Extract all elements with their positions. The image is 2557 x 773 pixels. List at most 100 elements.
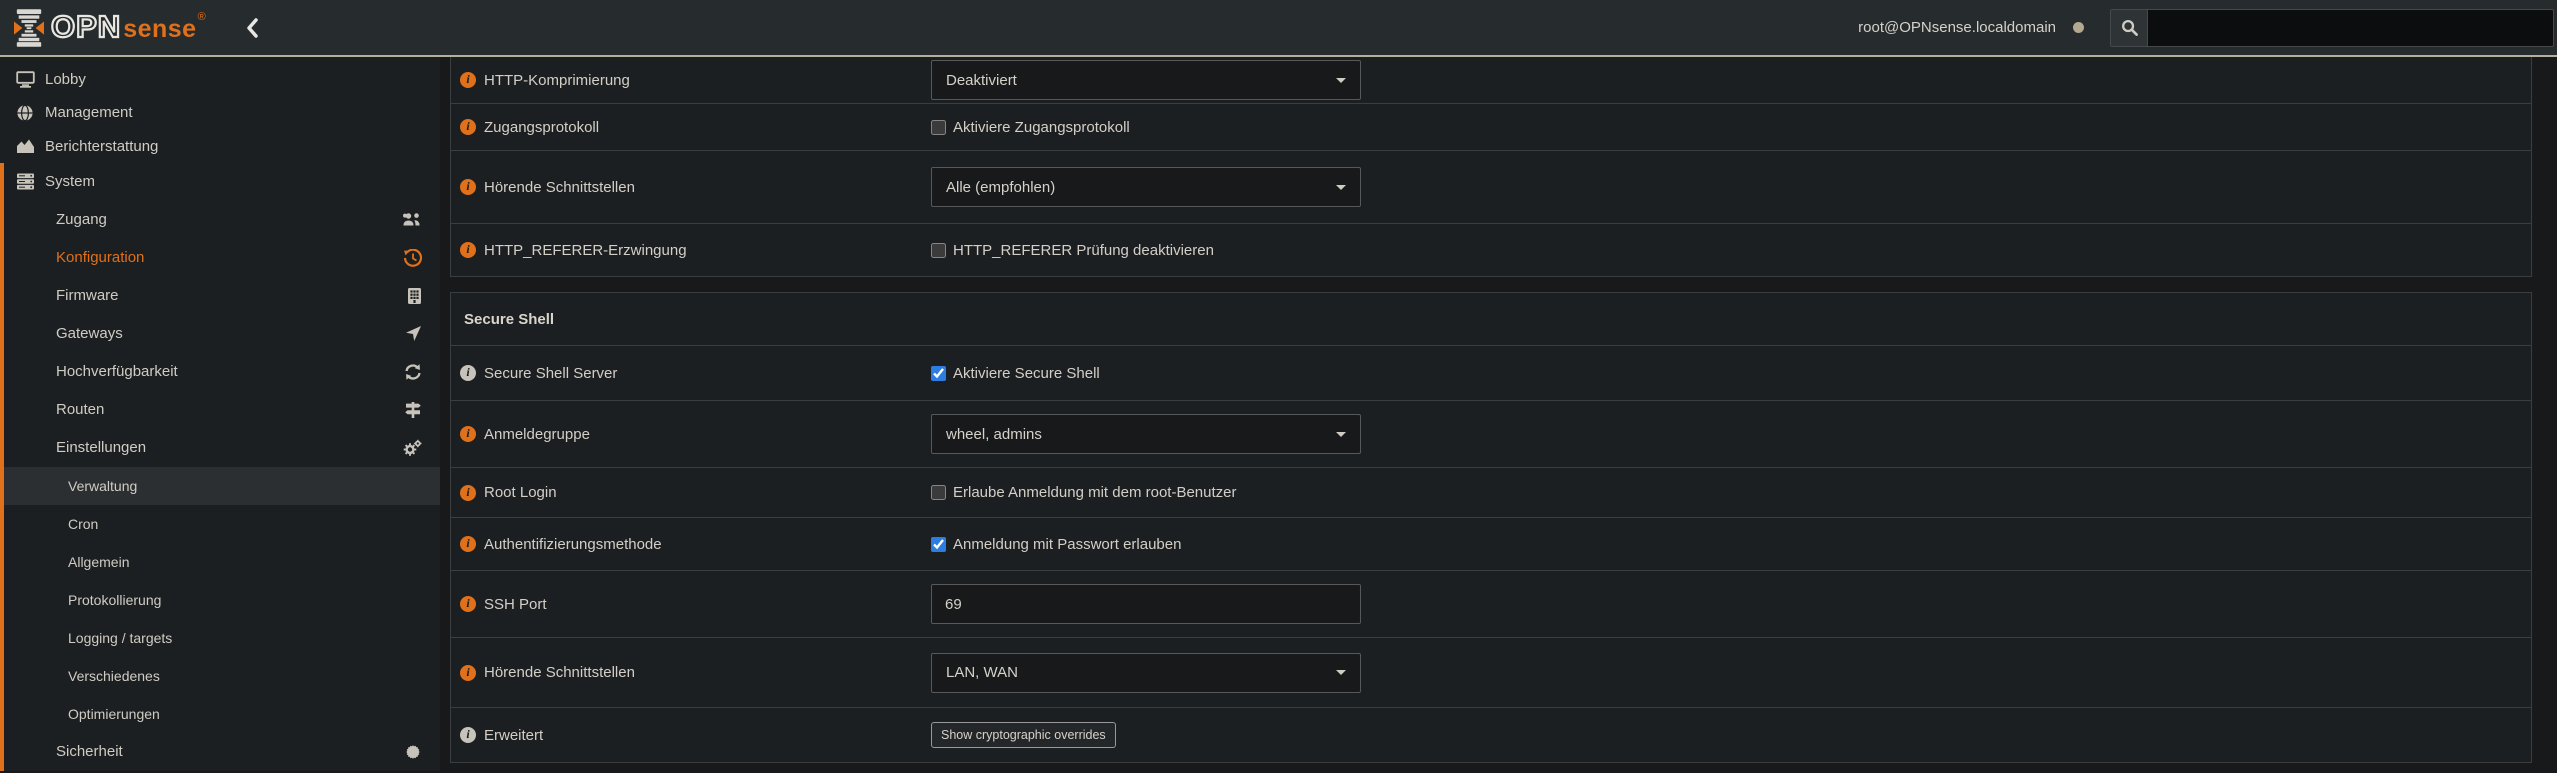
checkbox-label: Erlaube Anmeldung mit dem root-Benutzer bbox=[953, 484, 1236, 501]
opnsense-logo[interactable]: OPN sense ® bbox=[14, 9, 206, 47]
sidebar-item-label: Allgemein bbox=[68, 554, 129, 570]
field-label: SSH Port bbox=[484, 596, 547, 613]
password-auth-checkbox[interactable]: Anmeldung mit Passwort erlauben bbox=[931, 536, 1181, 553]
logged-in-user: root@OPNsense.localdomain bbox=[1858, 19, 2056, 36]
http-compression-select[interactable]: Deaktiviert bbox=[931, 60, 1361, 100]
caret-down-icon bbox=[1336, 185, 1346, 190]
form-row-ssh-listen-interfaces: Hörende Schnittstellen LAN, WAN bbox=[451, 637, 2531, 707]
select-value: wheel, admins bbox=[946, 426, 1336, 443]
info-icon[interactable] bbox=[460, 242, 476, 258]
field-label: Hörende Schnittstellen bbox=[484, 664, 635, 681]
sidebar-item-label: Lobby bbox=[45, 71, 86, 88]
caret-down-icon bbox=[1336, 78, 1346, 83]
sidebar-collapse-button[interactable] bbox=[242, 14, 262, 42]
firmware-icon bbox=[407, 287, 422, 305]
sidebar-item-lobby[interactable]: Lobby bbox=[0, 63, 440, 96]
chevron-left-icon bbox=[246, 18, 258, 38]
sidebar-item-sicherheit[interactable]: Sicherheit bbox=[4, 733, 440, 771]
sidebar-item-label: Verwaltung bbox=[68, 478, 137, 494]
field-label: Hörende Schnittstellen bbox=[484, 179, 635, 196]
sidebar-item-label: Firmware bbox=[56, 287, 119, 304]
field-label: Secure Shell Server bbox=[484, 365, 617, 382]
info-icon[interactable] bbox=[460, 727, 476, 743]
sidebar-item-label: Optimierungen bbox=[68, 706, 160, 722]
info-icon[interactable] bbox=[460, 119, 476, 135]
server-icon bbox=[13, 173, 37, 190]
sidebar-item-allgemein[interactable]: Allgemein bbox=[4, 543, 440, 581]
sidebar-item-gateways[interactable]: Gateways bbox=[4, 315, 440, 353]
sidebar-item-optimierungen[interactable]: Optimierungen bbox=[4, 695, 440, 733]
global-search bbox=[2110, 9, 2554, 47]
http-referer-checkbox[interactable]: HTTP_REFERER Prüfung deaktivieren bbox=[931, 242, 1214, 259]
login-group-select[interactable]: wheel, admins bbox=[931, 414, 1361, 454]
info-icon[interactable] bbox=[460, 72, 476, 88]
checkbox-input[interactable] bbox=[931, 485, 946, 500]
sidebar-item-protokollierung[interactable]: Protokollierung bbox=[4, 581, 440, 619]
info-icon[interactable] bbox=[460, 596, 476, 612]
sidebar-item-label: Hochverfügbarkeit bbox=[56, 363, 178, 380]
sidebar-item-label: System bbox=[45, 173, 95, 190]
search-icon bbox=[2111, 10, 2148, 46]
info-icon[interactable] bbox=[460, 179, 476, 195]
field-label: Authentifizierungsmethode bbox=[484, 536, 662, 553]
search-input[interactable] bbox=[2148, 10, 2553, 46]
form-row-auth-method: Authentifizierungsmethode Anmeldung mit … bbox=[451, 517, 2531, 570]
form-row-http-referer: HTTP_REFERER-Erzwingung HTTP_REFERER Prü… bbox=[451, 223, 2531, 276]
sidebar-item-management[interactable]: Management bbox=[0, 96, 440, 129]
info-icon[interactable] bbox=[460, 536, 476, 552]
users-icon bbox=[402, 212, 422, 227]
sidebar-item-firmware[interactable]: Firmware bbox=[4, 277, 440, 315]
sidebar-item-label: Sicherheit bbox=[56, 743, 123, 760]
sidebar-item-verwaltung[interactable]: Verwaltung bbox=[4, 467, 440, 505]
status-indicator-dot bbox=[2073, 22, 2084, 33]
info-icon[interactable] bbox=[460, 365, 476, 381]
sidebar-item-berichterstattung[interactable]: Berichterstattung bbox=[0, 130, 440, 163]
info-icon[interactable] bbox=[460, 665, 476, 681]
system-section-group: System Zugang K bbox=[0, 163, 440, 771]
listen-interfaces-select[interactable]: Alle (empfohlen) bbox=[931, 167, 1361, 207]
caret-down-icon bbox=[1336, 432, 1346, 437]
sidebar-item-logging-targets[interactable]: Logging / targets bbox=[4, 619, 440, 657]
checkbox-input[interactable] bbox=[931, 366, 946, 381]
form-row-listen-interfaces: Hörende Schnittstellen Alle (empfohlen) bbox=[451, 150, 2531, 223]
checkbox-input[interactable] bbox=[931, 537, 946, 552]
webgui-settings-panel: HTTP-Komprimierung Deaktiviert Zugangspr… bbox=[450, 57, 2532, 277]
root-login-checkbox[interactable]: Erlaube Anmeldung mit dem root-Benutzer bbox=[931, 484, 1236, 501]
sidebar-item-label: Einstellungen bbox=[56, 439, 146, 456]
info-icon[interactable] bbox=[460, 485, 476, 501]
sidebar-menu: Lobby Management Berichterstattung bbox=[0, 57, 440, 771]
sidebar-item-label: Management bbox=[45, 104, 133, 121]
form-row-access-log: Zugangsprotokoll Aktiviere Zugangsprotok… bbox=[451, 103, 2531, 150]
access-log-checkbox[interactable]: Aktiviere Zugangsprotokoll bbox=[931, 119, 1130, 136]
form-row-root-login: Root Login Erlaube Anmeldung mit dem roo… bbox=[451, 467, 2531, 517]
sidebar-item-label: Gateways bbox=[56, 325, 123, 342]
globe-icon bbox=[13, 104, 37, 122]
checkbox-label: Anmeldung mit Passwort erlauben bbox=[953, 536, 1181, 553]
sidebar-item-cron[interactable]: Cron bbox=[4, 505, 440, 543]
secure-shell-panel: Secure Shell Secure Shell Server Aktivie… bbox=[450, 292, 2532, 763]
show-crypto-overrides-button[interactable]: Show cryptographic overrides bbox=[931, 722, 1116, 748]
map-signs-icon bbox=[404, 401, 422, 419]
sidebar-item-hochverfuegbarkeit[interactable]: Hochverfügbarkeit bbox=[4, 353, 440, 391]
sidebar-item-system[interactable]: System bbox=[4, 163, 440, 201]
sidebar-item-zugang[interactable]: Zugang bbox=[4, 201, 440, 239]
checkbox-label: Aktiviere Zugangsprotokoll bbox=[953, 119, 1130, 136]
form-row-http-compression: HTTP-Komprimierung Deaktiviert bbox=[451, 57, 2531, 103]
form-row-ssh-server: Secure Shell Server Aktiviere Secure She… bbox=[451, 345, 2531, 400]
enable-ssh-checkbox[interactable]: Aktiviere Secure Shell bbox=[931, 365, 1100, 382]
sidebar-item-label: Verschiedenes bbox=[68, 668, 160, 684]
info-icon[interactable] bbox=[460, 426, 476, 442]
field-label: Zugangsprotokoll bbox=[484, 119, 599, 136]
checkbox-label: HTTP_REFERER Prüfung deaktivieren bbox=[953, 242, 1214, 259]
sidebar-item-routen[interactable]: Routen bbox=[4, 391, 440, 429]
sidebar-item-konfiguration[interactable]: Konfiguration bbox=[4, 239, 440, 277]
ssh-listen-interfaces-select[interactable]: LAN, WAN bbox=[931, 653, 1361, 693]
ssh-port-input[interactable] bbox=[931, 584, 1361, 624]
sidebar-item-einstellungen[interactable]: Einstellungen bbox=[4, 429, 440, 467]
logo-opn-text: OPN bbox=[51, 11, 121, 42]
section-title: Secure Shell bbox=[451, 311, 554, 328]
select-value: Deaktiviert bbox=[946, 72, 1336, 89]
checkbox-input[interactable] bbox=[931, 120, 946, 135]
checkbox-input[interactable] bbox=[931, 243, 946, 258]
sidebar-item-verschiedenes[interactable]: Verschiedenes bbox=[4, 657, 440, 695]
